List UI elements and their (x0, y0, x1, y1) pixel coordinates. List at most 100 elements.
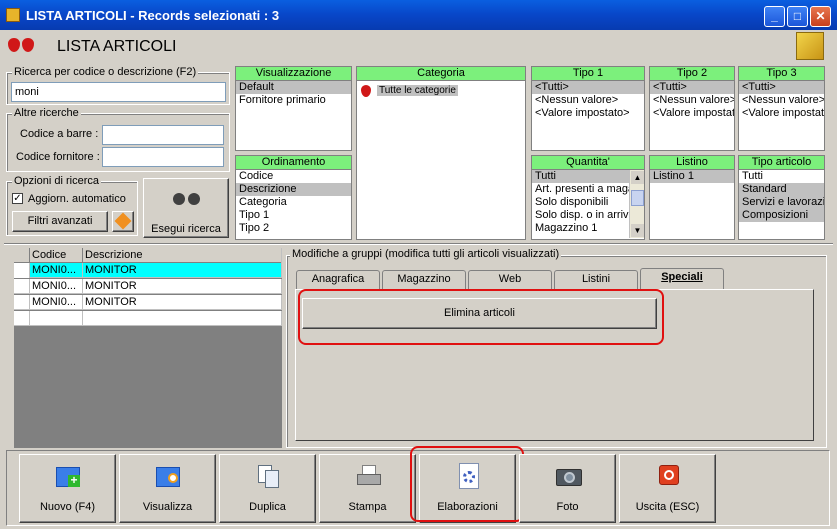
list-item[interactable]: Composizioni (739, 209, 824, 222)
list-item[interactable]: <Tutti> (739, 81, 824, 94)
table-row[interactable]: MONI0... MONITOR (14, 295, 282, 310)
cell-codice[interactable] (30, 311, 83, 326)
articles-grid[interactable]: Codice Descrizione MONI0... MONITOR MONI… (14, 248, 282, 448)
column-header-descrizione[interactable]: Descrizione (83, 248, 282, 263)
search-input[interactable] (11, 82, 226, 102)
cell-descrizione[interactable] (83, 311, 282, 326)
cell-descrizione[interactable]: MONITOR (83, 263, 282, 278)
list-item[interactable]: <Tutti> (650, 81, 734, 94)
run-search-label: Esegui ricerca (151, 223, 221, 235)
row-indicator (14, 263, 30, 278)
search-group-label: Ricerca per codice o descrizione (F2) (12, 66, 199, 78)
supplier-code-label: Codice fornitore : (16, 151, 100, 163)
tipo2-list[interactable]: <Tutti> <Nessun valore> <Valore impostat… (649, 81, 735, 151)
photo-label: Foto (556, 501, 579, 513)
tipo1-list[interactable]: <Tutti> <Nessun valore> <Valore impostat… (531, 81, 645, 151)
duplicate-button[interactable]: Duplica (219, 454, 316, 523)
ordinamento-list[interactable]: Codice Descrizione Categoria Tipo 1 Tipo… (235, 170, 352, 240)
list-item[interactable]: Standard (739, 183, 824, 196)
barcode-input[interactable] (102, 125, 224, 145)
scroll-down-icon[interactable]: ▼ (631, 224, 644, 237)
maximize-button[interactable]: □ (787, 6, 808, 27)
tipo3-list[interactable]: <Tutti> <Nessun valore> <Valore impostat… (738, 81, 825, 151)
new-label: Nuovo (F4) (39, 501, 96, 513)
filter-arrow-button[interactable] (112, 211, 134, 232)
exit-button[interactable]: Uscita (ESC) (619, 454, 716, 523)
duplicate-icon (256, 463, 282, 489)
list-item[interactable]: <Valore impostato> (650, 107, 734, 120)
ordinamento-header: Ordinamento (235, 155, 352, 170)
run-search-button[interactable]: Esegui ricerca (143, 178, 229, 238)
list-item[interactable]: <Nessun valore> (650, 94, 734, 107)
group-edit-label: Modifiche a gruppi (modifica tutti gli a… (290, 248, 562, 260)
list-item[interactable]: <Tutti> (532, 81, 644, 94)
tree-item[interactable]: Tutte le categorie (377, 85, 458, 96)
table-row[interactable]: MONI0... MONITOR (14, 279, 282, 294)
auto-update-checkbox[interactable]: ✓ (12, 193, 23, 204)
window-title: LISTA ARTICOLI - Records selezionati : 3 (26, 8, 280, 23)
visualizzazione-list[interactable]: Default Fornitore primario (235, 81, 352, 151)
row-indicator (14, 311, 30, 326)
duplicate-label: Duplica (249, 501, 286, 513)
list-item[interactable]: Default (236, 81, 351, 94)
app-icon (6, 8, 20, 22)
quantita-list[interactable]: Tutti Art. presenti a magazzino Solo dis… (531, 170, 645, 240)
new-folder-icon: + (56, 463, 82, 489)
scroll-thumb[interactable] (631, 190, 644, 206)
tab-web[interactable]: Web (468, 270, 552, 289)
row-indicator (14, 279, 30, 294)
list-item[interactable]: <Valore impostato> (739, 107, 824, 120)
list-item[interactable]: <Nessun valore> (532, 94, 644, 107)
view-button[interactable]: Visualizza (119, 454, 216, 523)
list-item[interactable]: Codice (236, 170, 351, 183)
list-item[interactable]: Tutti (739, 170, 824, 183)
list-item[interactable]: <Valore impostato> (532, 107, 644, 120)
list-item[interactable]: Solo disponibili (532, 196, 629, 209)
tipo3-header: Tipo 3 (738, 66, 825, 81)
row-indicator (14, 295, 30, 310)
list-item[interactable]: Tutti (532, 170, 629, 183)
cell-codice[interactable]: MONI0... (30, 295, 83, 310)
tab-listini[interactable]: Listini (554, 270, 638, 289)
listino-list[interactable]: Listino 1 (649, 170, 735, 240)
quantita-scrollbar[interactable]: ▲ ▼ (629, 170, 644, 238)
view-label: Visualizza (142, 501, 193, 513)
list-item[interactable]: Tipo 2 (236, 222, 351, 235)
list-item[interactable]: Categoria (236, 196, 351, 209)
strawberry-icon (8, 38, 20, 52)
cell-codice[interactable]: MONI0... (30, 279, 83, 294)
cell-codice[interactable]: MONI0... (30, 263, 83, 278)
cell-descrizione[interactable]: MONITOR (83, 295, 282, 310)
list-item[interactable]: Listino 1 (650, 170, 734, 183)
column-header-codice[interactable]: Codice (30, 248, 83, 263)
list-item[interactable]: Descrizione (236, 183, 351, 196)
list-item[interactable]: Fornitore primario (236, 94, 351, 107)
minimize-button[interactable]: _ (764, 6, 785, 27)
table-row-empty[interactable] (14, 311, 282, 326)
section-divider (4, 243, 833, 245)
categoria-header: Categoria (356, 66, 526, 81)
tipo-articolo-list[interactable]: Tutti Standard Servizi e lavorazioni Com… (738, 170, 825, 240)
print-button[interactable]: Stampa (319, 454, 416, 523)
list-item[interactable]: Servizi e lavorazioni (739, 196, 824, 209)
cell-descrizione[interactable]: MONITOR (83, 279, 282, 294)
photo-button[interactable]: Foto (519, 454, 616, 523)
close-button[interactable]: ✕ (810, 6, 831, 27)
list-item[interactable]: Magazzino 1 (532, 222, 629, 235)
list-item[interactable]: <Nessun valore> (739, 94, 824, 107)
visualizzazione-header: Visualizzazione (235, 66, 352, 81)
tab-magazzino[interactable]: Magazzino (382, 270, 466, 289)
new-button[interactable]: + Nuovo (F4) (19, 454, 116, 523)
row-indicator-header (14, 248, 30, 263)
tab-anagrafica[interactable]: Anagrafica (296, 270, 380, 289)
list-item[interactable]: Solo disp. o in arrivo (532, 209, 629, 222)
categoria-tree[interactable]: Tutte le categorie (356, 81, 526, 240)
tab-speciali[interactable]: Speciali (640, 268, 724, 290)
advanced-filters-button[interactable]: Filtri avanzati (12, 211, 108, 232)
list-item[interactable]: Art. presenti a magazzino (532, 183, 629, 196)
list-item[interactable]: Tipo 1 (236, 209, 351, 222)
supplier-code-input[interactable] (102, 147, 224, 167)
scroll-up-icon[interactable]: ▲ (631, 171, 644, 184)
tipo1-header: Tipo 1 (531, 66, 645, 81)
table-row[interactable]: MONI0... MONITOR (14, 263, 282, 278)
